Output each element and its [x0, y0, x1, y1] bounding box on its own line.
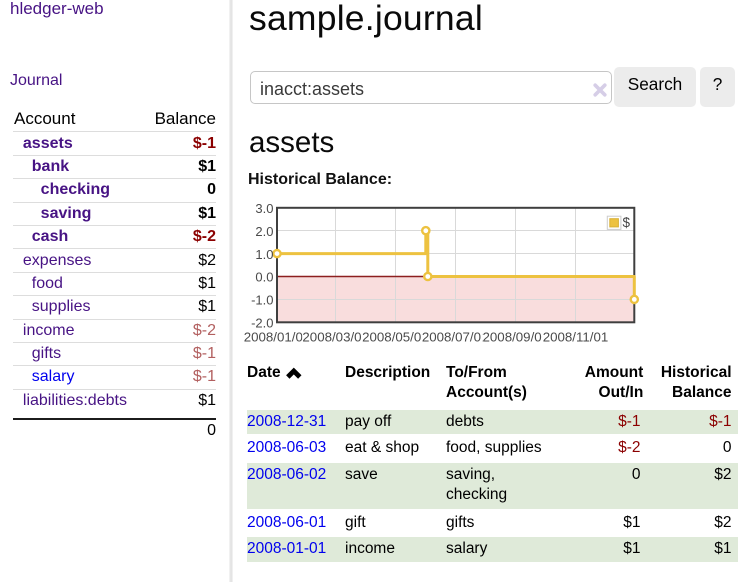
svg-text:2008/03/01: 2008/03/01: [302, 330, 369, 345]
svg-text:2008/05/01: 2008/05/01: [362, 330, 429, 345]
svg-text:3.0: 3.0: [255, 201, 273, 216]
svg-text:2008/09/01: 2008/09/01: [483, 330, 550, 345]
svg-text:2.0: 2.0: [255, 224, 273, 239]
svg-text:0.0: 0.0: [255, 270, 273, 285]
svg-text:-1.0: -1.0: [251, 293, 273, 308]
svg-text:2008/11/01: 2008/11/01: [543, 330, 609, 345]
svg-text:$: $: [623, 215, 631, 230]
svg-text:2008/01/01: 2008/01/01: [244, 330, 311, 345]
svg-text:-2.0: -2.0: [251, 316, 273, 331]
svg-text:1.0: 1.0: [255, 247, 273, 262]
svg-text:2008/07/01: 2008/07/01: [422, 330, 489, 345]
